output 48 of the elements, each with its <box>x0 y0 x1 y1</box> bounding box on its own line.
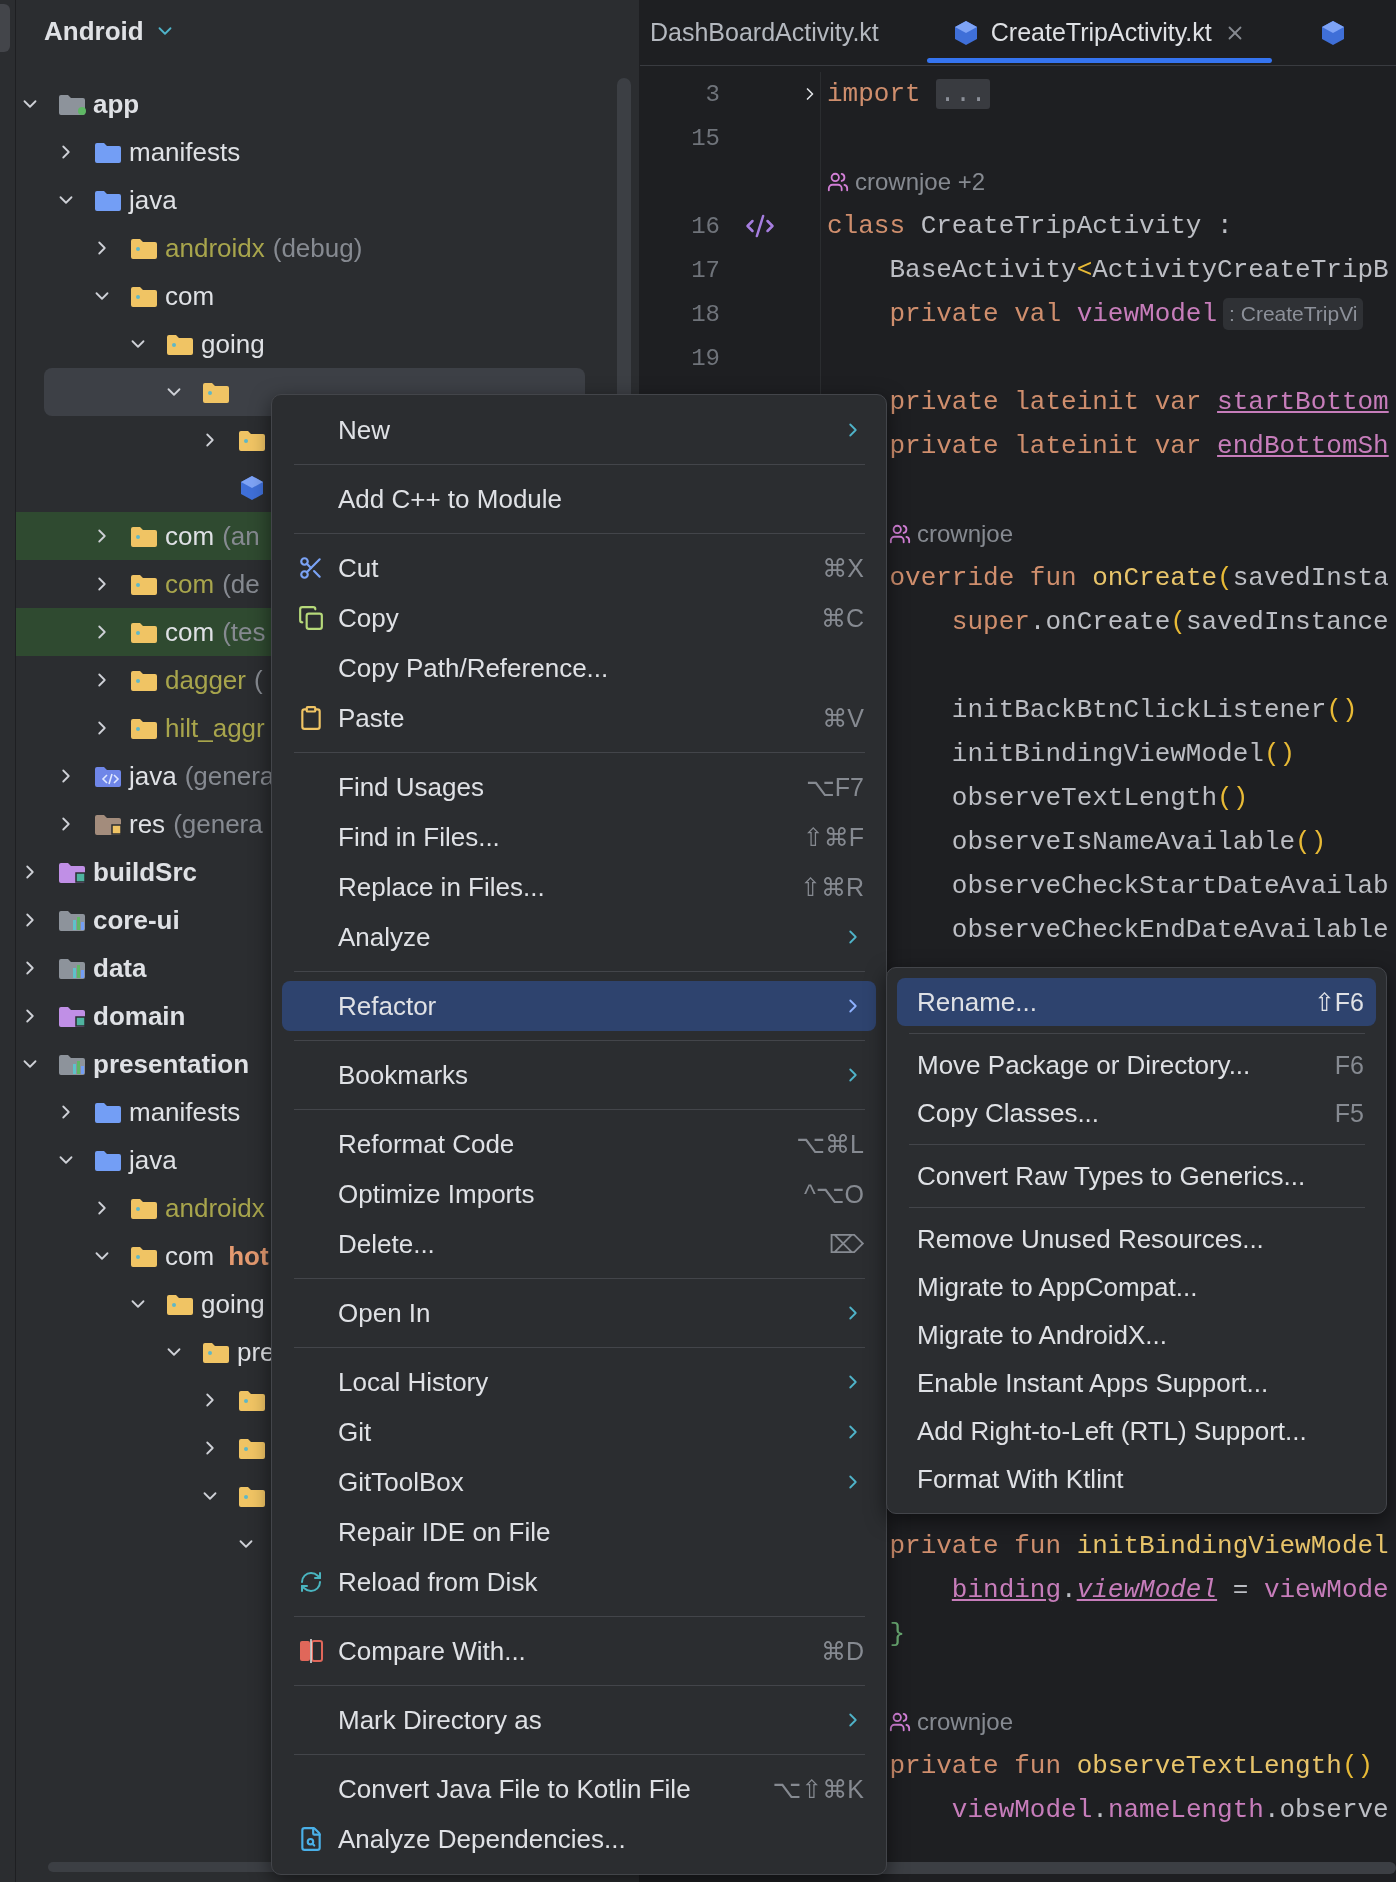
tree-note: (de <box>222 568 260 600</box>
code-line: private lateinit var endBottomSh <box>889 431 1389 461</box>
shortcut-text: ⌘V <box>822 703 864 733</box>
shortcut-text: ⌥F7 <box>806 772 864 802</box>
code-line: private fun initBindingViewModel <box>889 1531 1389 1561</box>
tree-note: (an <box>222 520 260 552</box>
shortcut-text: ^⌥O <box>804 1179 864 1209</box>
line-number: 16 <box>690 212 720 240</box>
code-line: initBackBtnClickListener() <box>951 695 1358 725</box>
line-number: 18 <box>690 300 720 328</box>
code-line: private fun observeTextLength() <box>889 1751 1374 1781</box>
code-line: observeCheckStartDateAvailab <box>951 871 1389 901</box>
tree-note: ( <box>253 664 263 696</box>
tree-note: (tes <box>222 616 266 648</box>
code-line: initBindingViewModel() <box>951 739 1296 769</box>
code-line: observeTextLength() <box>951 783 1249 813</box>
shortcut-text: ⌘D <box>820 1636 864 1666</box>
code-line: observeCheckEndDateAvailable <box>951 915 1389 945</box>
code-line: observeIsNameAvailable() <box>951 827 1327 857</box>
shortcut-text: ⇧⌘R <box>800 872 864 902</box>
code-line: private val viewModel <box>889 299 1218 329</box>
shortcut-text: ⇧F6 <box>1313 987 1364 1017</box>
shortcut-text: F5 <box>1334 1098 1364 1128</box>
type-hint: : CreateTripVi <box>1223 298 1364 330</box>
tree-note: (genera <box>173 808 263 840</box>
code-line: binding.viewModel = viewMode <box>951 1575 1389 1605</box>
tree-note: (debug) <box>272 232 363 264</box>
shortcut-text: ⌥⌘L <box>796 1129 864 1159</box>
line-number: 19 <box>690 344 720 372</box>
code-line: } <box>889 1619 906 1649</box>
code-line: import <box>827 79 921 109</box>
code-line: viewModel.nameLength.observe <box>951 1795 1389 1825</box>
code-line: override fun onCreate(savedInsta <box>889 563 1389 593</box>
shortcut-text: ⌦ <box>828 1229 864 1259</box>
code-line: super.onCreate(savedInstance <box>951 607 1389 637</box>
line-number: 15 <box>690 124 720 152</box>
shortcut-text: ⌘C <box>820 603 864 633</box>
code-line: private lateinit var startBottom <box>889 387 1389 417</box>
code-line: BaseActivity<ActivityCreateTripB <box>889 255 1389 285</box>
tree-note: (genera <box>184 760 275 792</box>
shortcut-text: ⇧⌘F <box>802 822 864 852</box>
line-number: 17 <box>690 256 720 284</box>
tree-tag: hot <box>228 1240 269 1272</box>
line-number: 3 <box>704 80 720 108</box>
shortcut-text: F6 <box>1334 1050 1364 1080</box>
shortcut-text: ⌘X <box>822 553 864 583</box>
shortcut-text: ⌥⇧⌘K <box>772 1774 864 1804</box>
code-line: class CreateTripActivity : <box>827 211 1233 241</box>
